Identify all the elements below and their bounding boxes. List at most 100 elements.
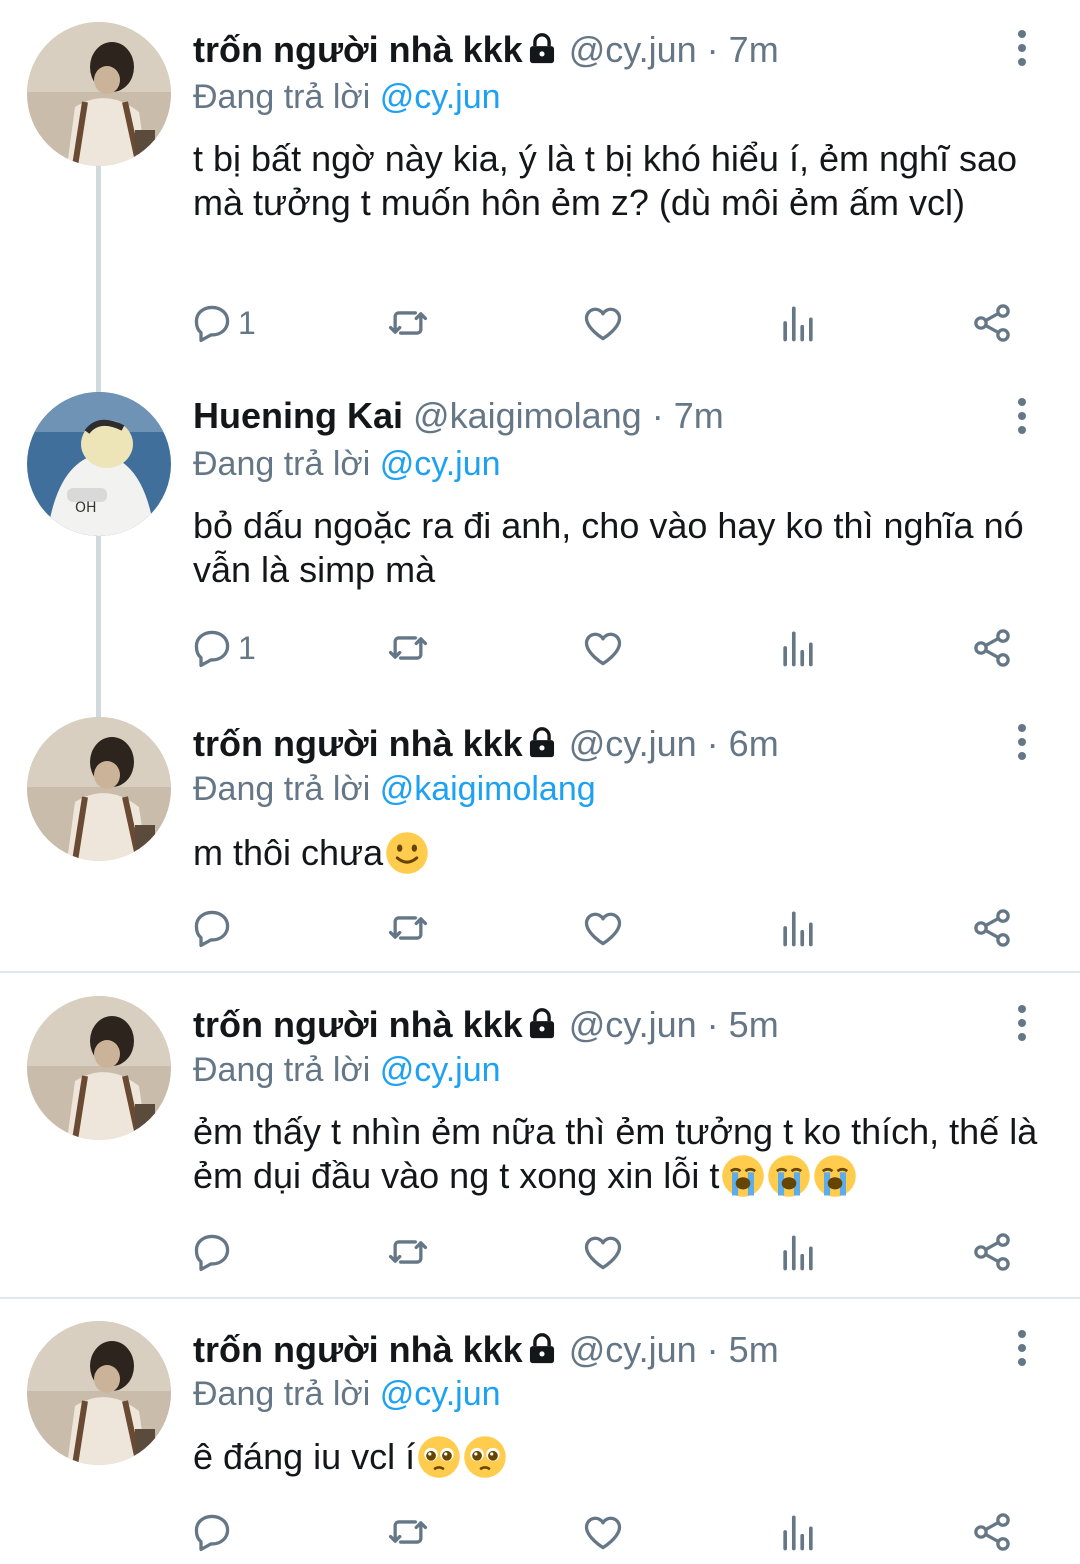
tweet-header: trốn người nhà kkk @cy.jun · 7m (193, 24, 990, 76)
pleading-face-emoji (464, 1436, 506, 1478)
tweet-actions: 1 (190, 618, 1020, 678)
tweet-actions (190, 898, 1020, 958)
like-icon (584, 1516, 622, 1550)
analytics-button[interactable] (776, 898, 820, 958)
share-button[interactable] (970, 898, 1014, 958)
analytics-button[interactable] (776, 618, 820, 678)
more-vertical-icon[interactable] (1008, 28, 1036, 68)
share-button[interactable] (970, 293, 1014, 353)
handle[interactable]: @kaigimolang (413, 395, 642, 436)
avatar[interactable] (27, 1321, 171, 1465)
reply-button[interactable]: 1 (190, 293, 256, 353)
replying-prefix: Đang trả lời (193, 445, 380, 483)
mention-link[interactable]: @cy.jun (380, 1375, 501, 1413)
thread-connector (96, 705, 101, 717)
retweet-button[interactable] (386, 618, 430, 678)
replying-to: Đang trả lời @cy.jun (193, 1047, 501, 1093)
handle[interactable]: @cy.jun (569, 1004, 697, 1045)
like-button[interactable] (581, 898, 625, 958)
more-vertical-icon[interactable] (1008, 396, 1036, 436)
tweet-text-content: m thôi chưa (193, 832, 384, 873)
display-name[interactable]: trốn người nhà kkk (193, 1329, 523, 1370)
avatar[interactable] (27, 996, 171, 1140)
mention-link[interactable]: @cy.jun (380, 445, 501, 483)
share-button[interactable] (970, 1502, 1014, 1562)
tweet-text: t bị bất ngờ này kia, ý là t bị khó hiểu… (193, 137, 1050, 225)
analytics-button[interactable] (776, 293, 820, 353)
mention-link[interactable]: @cy.jun (380, 78, 501, 116)
retweet-button[interactable] (386, 898, 430, 958)
share-icon (974, 1233, 1010, 1271)
timestamp[interactable]: 5m (729, 1329, 779, 1370)
replying-prefix: Đang trả lời (193, 1375, 380, 1413)
reply-button[interactable] (190, 1222, 234, 1282)
display-name[interactable]: trốn người nhà kkk (193, 1004, 523, 1045)
share-button[interactable] (970, 1222, 1014, 1282)
mention-link[interactable]: @cy.jun (380, 1051, 501, 1089)
handle[interactable]: @cy.jun (569, 1329, 697, 1370)
tweet[interactable]: OH Huening Kai @kaigimolang · 7m Đang tr… (0, 380, 1080, 705)
avatar[interactable] (27, 717, 171, 861)
tweet-text: ê đáng iu vcl í (193, 1435, 1050, 1479)
tweet-actions: 1 (190, 293, 1020, 353)
timestamp[interactable]: 5m (729, 1004, 779, 1045)
like-button[interactable] (581, 293, 625, 353)
analytics-button[interactable] (776, 1222, 820, 1282)
more-vertical-icon[interactable] (1008, 1328, 1036, 1368)
lock-icon (529, 1008, 554, 1039)
replying-to: Đang trả lời @cy.jun (193, 441, 501, 487)
replying-prefix: Đang trả lời (193, 1051, 380, 1089)
like-button[interactable] (581, 618, 625, 678)
tweet[interactable]: trốn người nhà kkk @cy.jun · 5m Đang trả… (0, 1299, 1080, 1564)
reply-button[interactable] (190, 898, 234, 958)
tweet-header: trốn người nhà kkk @cy.jun · 5m (193, 1324, 990, 1376)
separator-dot: · (706, 1329, 719, 1370)
thread-connector (96, 380, 101, 392)
separator-dot: · (706, 723, 719, 764)
more-vertical-icon[interactable] (1008, 1003, 1036, 1043)
replying-to: Đang trả lời @cy.jun (193, 1371, 501, 1417)
timestamp[interactable]: 7m (729, 29, 779, 70)
pleading-face-emoji (418, 1436, 460, 1478)
retweet-icon (388, 1520, 428, 1544)
reply-icon (194, 630, 230, 668)
avatar[interactable]: OH (27, 392, 171, 536)
tweet-text: bỏ dấu ngoặc ra đi anh, cho vào hay ko t… (193, 504, 1050, 592)
analytics-button[interactable] (776, 1502, 820, 1562)
like-button[interactable] (581, 1222, 625, 1282)
share-button[interactable] (970, 618, 1014, 678)
like-icon (584, 912, 622, 946)
replying-prefix: Đang trả lời (193, 770, 380, 808)
handle[interactable]: @cy.jun (569, 723, 697, 764)
thread-connector (96, 536, 101, 705)
handle[interactable]: @cy.jun (569, 29, 697, 70)
tweet[interactable]: trốn người nhà kkk @cy.jun · 7m Đang trả… (0, 0, 1080, 380)
tweet-text: ẻm thấy t nhìn ẻm nữa thì ẻm tưởng t ko … (193, 1110, 1050, 1198)
retweet-button[interactable] (386, 1222, 430, 1282)
more-vertical-icon[interactable] (1008, 722, 1036, 762)
tweet[interactable]: trốn người nhà kkk @cy.jun · 5m Đang trả… (0, 973, 1080, 1297)
reply-button[interactable]: 1 (190, 618, 256, 678)
retweet-button[interactable] (386, 1502, 430, 1562)
avatar[interactable] (27, 22, 171, 166)
timestamp[interactable]: 7m (674, 395, 724, 436)
tweet-text-content: t bị bất ngờ này kia, ý là t bị khó hiểu… (193, 138, 1018, 223)
share-icon (974, 629, 1010, 667)
display-name[interactable]: trốn người nhà kkk (193, 723, 523, 764)
tweet-text-content: ẻm thấy t nhìn ẻm nữa thì ẻm tưởng t ko … (193, 1111, 1038, 1196)
mention-link[interactable]: @kaigimolang (380, 770, 596, 808)
like-icon (584, 307, 622, 341)
share-icon (974, 304, 1010, 342)
retweet-icon (388, 916, 428, 940)
like-button[interactable] (581, 1502, 625, 1562)
reply-button[interactable] (190, 1502, 234, 1562)
separator-dot: · (706, 1004, 719, 1045)
display-name[interactable]: trốn người nhà kkk (193, 29, 523, 70)
timestamp[interactable]: 6m (729, 723, 779, 764)
retweet-icon (388, 1240, 428, 1264)
lock-icon (529, 727, 554, 758)
tweet[interactable]: trốn người nhà kkk @cy.jun · 6m Đang trả… (0, 705, 1080, 971)
retweet-button[interactable] (386, 293, 430, 353)
display-name[interactable]: Huening Kai (193, 395, 403, 436)
tweet-actions (190, 1502, 1020, 1562)
